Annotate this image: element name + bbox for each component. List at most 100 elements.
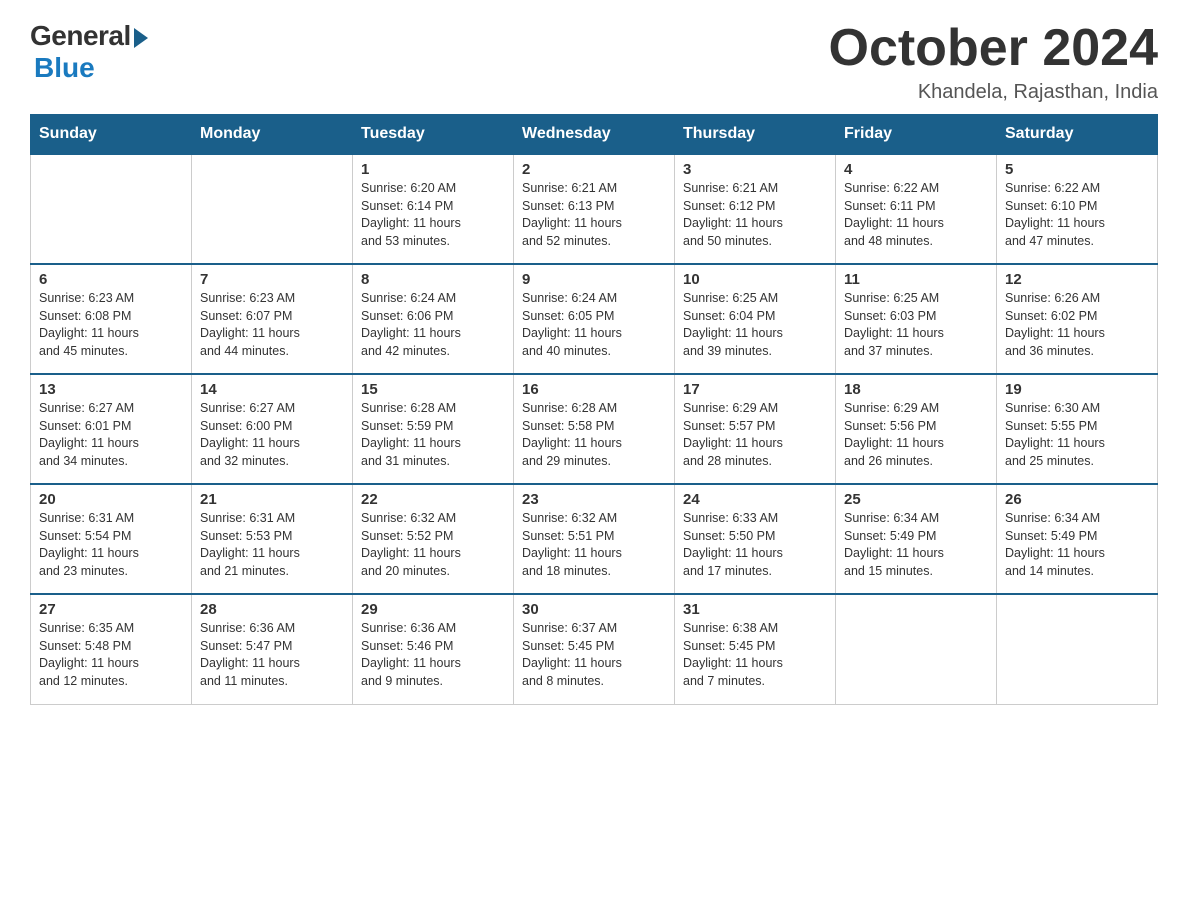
day-info: Sunrise: 6:24 AM Sunset: 6:06 PM Dayligh… (361, 290, 505, 360)
calendar-cell: 19 Sunrise: 6:30 AM Sunset: 5:55 PM Dayli… (997, 374, 1158, 484)
day-info: Sunrise: 6:25 AM Sunset: 6:04 PM Dayligh… (683, 290, 827, 360)
calendar-week-row-3: 13 Sunrise: 6:27 AM Sunset: 6:01 PM Dayli… (31, 374, 1158, 484)
calendar-cell: 16Sunrise: 6:28 AM Sunset: 5:58 PM Dayli… (514, 374, 675, 484)
day-number: 9 (522, 271, 666, 288)
day-info: Sunrise: 6:22 AM Sunset: 6:11 PM Dayligh… (844, 180, 988, 250)
calendar-header-sunday: Sunday (31, 115, 192, 155)
calendar-cell: 28 Sunrise: 6:36 AM Sunset: 5:47 PM Dayli… (192, 594, 353, 704)
calendar-cell: 2 Sunrise: 6:21 AM Sunset: 6:13 PM Daylig… (514, 154, 675, 264)
day-info: Sunrise: 6:27 AM Sunset: 6:00 PM Dayligh… (200, 400, 344, 470)
day-info: Sunrise: 6:32 AM Sunset: 5:51 PM Dayligh… (522, 510, 666, 580)
calendar-week-row-5: 27 Sunrise: 6:35 AM Sunset: 5:48 PM Dayli… (31, 594, 1158, 704)
day-info: Sunrise: 6:36 AM Sunset: 5:47 PM Dayligh… (200, 620, 344, 690)
calendar-cell: 5Sunrise: 6:22 AM Sunset: 6:10 PM Daylig… (997, 154, 1158, 264)
calendar-header-monday: Monday (192, 115, 353, 155)
calendar-week-row-2: 6Sunrise: 6:23 AM Sunset: 6:08 PM Daylig… (31, 264, 1158, 374)
day-info: Sunrise: 6:34 AM Sunset: 5:49 PM Dayligh… (844, 510, 988, 580)
calendar-cell: 6Sunrise: 6:23 AM Sunset: 6:08 PM Daylig… (31, 264, 192, 374)
day-info: Sunrise: 6:24 AM Sunset: 6:05 PM Dayligh… (522, 290, 666, 360)
calendar-cell: 12 Sunrise: 6:26 AM Sunset: 6:02 PM Dayli… (997, 264, 1158, 374)
day-number: 30 (522, 601, 666, 618)
calendar-header-wednesday: Wednesday (514, 115, 675, 155)
day-info: Sunrise: 6:29 AM Sunset: 5:56 PM Dayligh… (844, 400, 988, 470)
calendar-cell: 29 Sunrise: 6:36 AM Sunset: 5:46 PM Dayli… (353, 594, 514, 704)
day-number: 1 (361, 161, 505, 178)
calendar-cell: 8 Sunrise: 6:24 AM Sunset: 6:06 PM Daylig… (353, 264, 514, 374)
day-number: 29 (361, 601, 505, 618)
month-title: October 2024 (829, 20, 1159, 77)
day-info: Sunrise: 6:36 AM Sunset: 5:46 PM Dayligh… (361, 620, 505, 690)
day-info: Sunrise: 6:29 AM Sunset: 5:57 PM Dayligh… (683, 400, 827, 470)
day-info: Sunrise: 6:38 AM Sunset: 5:45 PM Dayligh… (683, 620, 827, 690)
day-info: Sunrise: 6:20 AM Sunset: 6:14 PM Dayligh… (361, 180, 505, 250)
calendar-week-row-4: 20 Sunrise: 6:31 AM Sunset: 5:54 PM Dayli… (31, 484, 1158, 594)
day-info: Sunrise: 6:27 AM Sunset: 6:01 PM Dayligh… (39, 400, 183, 470)
day-info: Sunrise: 6:31 AM Sunset: 5:54 PM Dayligh… (39, 510, 183, 580)
day-info: Sunrise: 6:31 AM Sunset: 5:53 PM Dayligh… (200, 510, 344, 580)
calendar-cell (997, 594, 1158, 704)
day-number: 3 (683, 161, 827, 178)
day-number: 24 (683, 491, 827, 508)
calendar-cell: 13 Sunrise: 6:27 AM Sunset: 6:01 PM Dayli… (31, 374, 192, 484)
calendar-header-tuesday: Tuesday (353, 115, 514, 155)
day-number: 10 (683, 271, 827, 288)
calendar-cell: 17Sunrise: 6:29 AM Sunset: 5:57 PM Dayli… (675, 374, 836, 484)
logo: General Blue (30, 20, 148, 84)
calendar-cell: 3Sunrise: 6:21 AM Sunset: 6:12 PM Daylig… (675, 154, 836, 264)
calendar-cell: 18 Sunrise: 6:29 AM Sunset: 5:56 PM Dayli… (836, 374, 997, 484)
day-info: Sunrise: 6:35 AM Sunset: 5:48 PM Dayligh… (39, 620, 183, 690)
day-number: 12 (1005, 271, 1149, 288)
day-info: Sunrise: 6:23 AM Sunset: 6:07 PM Dayligh… (200, 290, 344, 360)
day-number: 31 (683, 601, 827, 618)
day-number: 11 (844, 271, 988, 288)
day-info: Sunrise: 6:23 AM Sunset: 6:08 PM Dayligh… (39, 290, 183, 360)
calendar-cell: 7 Sunrise: 6:23 AM Sunset: 6:07 PM Daylig… (192, 264, 353, 374)
calendar-cell (192, 154, 353, 264)
calendar-cell: 20 Sunrise: 6:31 AM Sunset: 5:54 PM Dayli… (31, 484, 192, 594)
day-number: 8 (361, 271, 505, 288)
day-info: Sunrise: 6:26 AM Sunset: 6:02 PM Dayligh… (1005, 290, 1149, 360)
calendar-cell (836, 594, 997, 704)
calendar-cell: 4Sunrise: 6:22 AM Sunset: 6:11 PM Daylig… (836, 154, 997, 264)
day-number: 5 (1005, 161, 1149, 178)
day-info: Sunrise: 6:32 AM Sunset: 5:52 PM Dayligh… (361, 510, 505, 580)
calendar-cell: 23Sunrise: 6:32 AM Sunset: 5:51 PM Dayli… (514, 484, 675, 594)
page-header: General Blue October 2024 Khandela, Raja… (30, 20, 1158, 104)
day-info: Sunrise: 6:30 AM Sunset: 5:55 PM Dayligh… (1005, 400, 1149, 470)
calendar-cell: 27 Sunrise: 6:35 AM Sunset: 5:48 PM Dayli… (31, 594, 192, 704)
calendar-cell: 9 Sunrise: 6:24 AM Sunset: 6:05 PM Daylig… (514, 264, 675, 374)
day-info: Sunrise: 6:21 AM Sunset: 6:13 PM Dayligh… (522, 180, 666, 250)
day-number: 13 (39, 381, 183, 398)
day-info: Sunrise: 6:33 AM Sunset: 5:50 PM Dayligh… (683, 510, 827, 580)
day-info: Sunrise: 6:25 AM Sunset: 6:03 PM Dayligh… (844, 290, 988, 360)
day-number: 19 (1005, 381, 1149, 398)
calendar-table: SundayMondayTuesdayWednesdayThursdayFrid… (30, 114, 1158, 705)
day-number: 14 (200, 381, 344, 398)
day-number: 7 (200, 271, 344, 288)
day-number: 28 (200, 601, 344, 618)
calendar-cell: 15Sunrise: 6:28 AM Sunset: 5:59 PM Dayli… (353, 374, 514, 484)
day-number: 18 (844, 381, 988, 398)
day-number: 20 (39, 491, 183, 508)
location-text: Khandela, Rajasthan, India (829, 81, 1159, 104)
day-number: 27 (39, 601, 183, 618)
calendar-week-row-1: 1 Sunrise: 6:20 AM Sunset: 6:14 PM Daylig… (31, 154, 1158, 264)
day-number: 21 (200, 491, 344, 508)
day-info: Sunrise: 6:37 AM Sunset: 5:45 PM Dayligh… (522, 620, 666, 690)
calendar-header-saturday: Saturday (997, 115, 1158, 155)
calendar-cell: 25Sunrise: 6:34 AM Sunset: 5:49 PM Dayli… (836, 484, 997, 594)
calendar-cell: 21 Sunrise: 6:31 AM Sunset: 5:53 PM Dayli… (192, 484, 353, 594)
day-info: Sunrise: 6:28 AM Sunset: 5:58 PM Dayligh… (522, 400, 666, 470)
calendar-header-thursday: Thursday (675, 115, 836, 155)
day-info: Sunrise: 6:34 AM Sunset: 5:49 PM Dayligh… (1005, 510, 1149, 580)
day-number: 15 (361, 381, 505, 398)
calendar-cell: 31 Sunrise: 6:38 AM Sunset: 5:45 PM Dayli… (675, 594, 836, 704)
calendar-cell: 30 Sunrise: 6:37 AM Sunset: 5:45 PM Dayli… (514, 594, 675, 704)
calendar-cell: 10 Sunrise: 6:25 AM Sunset: 6:04 PM Dayli… (675, 264, 836, 374)
day-number: 2 (522, 161, 666, 178)
calendar-cell: 26Sunrise: 6:34 AM Sunset: 5:49 PM Dayli… (997, 484, 1158, 594)
logo-blue-text: Blue (34, 52, 95, 84)
calendar-cell (31, 154, 192, 264)
calendar-cell: 22 Sunrise: 6:32 AM Sunset: 5:52 PM Dayli… (353, 484, 514, 594)
day-number: 22 (361, 491, 505, 508)
